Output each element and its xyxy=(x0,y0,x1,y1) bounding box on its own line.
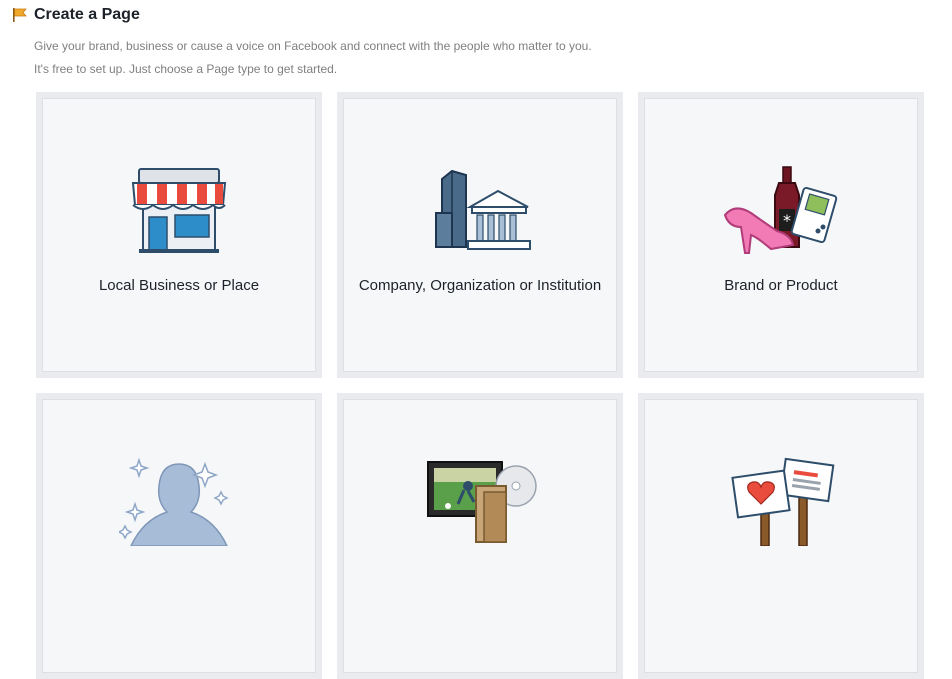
page-description-line-1: Give your brand, business or cause a voi… xyxy=(34,39,592,53)
tile-entertainment[interactable] xyxy=(337,393,623,679)
cause-signs-icon xyxy=(731,457,835,546)
tile-panel xyxy=(343,399,617,673)
svg-text:*: * xyxy=(783,211,791,230)
public-figure-silhouette-icon xyxy=(119,457,229,546)
tile-label: Brand or Product xyxy=(724,277,838,294)
tile-brand-product[interactable]: * Brand or Product xyxy=(638,92,924,378)
tile-panel: Company, Organization or Institution xyxy=(343,98,617,372)
tile-panel xyxy=(42,399,316,673)
tile-panel: Local Business or Place xyxy=(42,98,316,372)
tile-cause[interactable] xyxy=(638,393,924,679)
tile-label: Company, Organization or Institution xyxy=(358,277,602,294)
products-icon: * xyxy=(723,166,838,254)
tile-local-business[interactable]: Local Business or Place xyxy=(36,92,322,378)
page-header: Create a Page xyxy=(10,6,140,24)
tile-panel: * Brand or Product xyxy=(644,98,918,372)
tile-company[interactable]: Company, Organization or Institution xyxy=(337,92,623,378)
flag-icon xyxy=(13,8,27,22)
entertainment-tv-icon xyxy=(427,461,537,543)
company-building-icon xyxy=(435,169,531,250)
page-title: Create a Page xyxy=(34,6,140,23)
storefront-icon xyxy=(131,168,227,253)
tile-panel xyxy=(644,399,918,673)
page-description-line-2: It's free to set up. Just choose a Page … xyxy=(34,62,338,76)
tile-label: Local Business or Place xyxy=(98,277,260,294)
tile-public-figure[interactable] xyxy=(36,393,322,679)
